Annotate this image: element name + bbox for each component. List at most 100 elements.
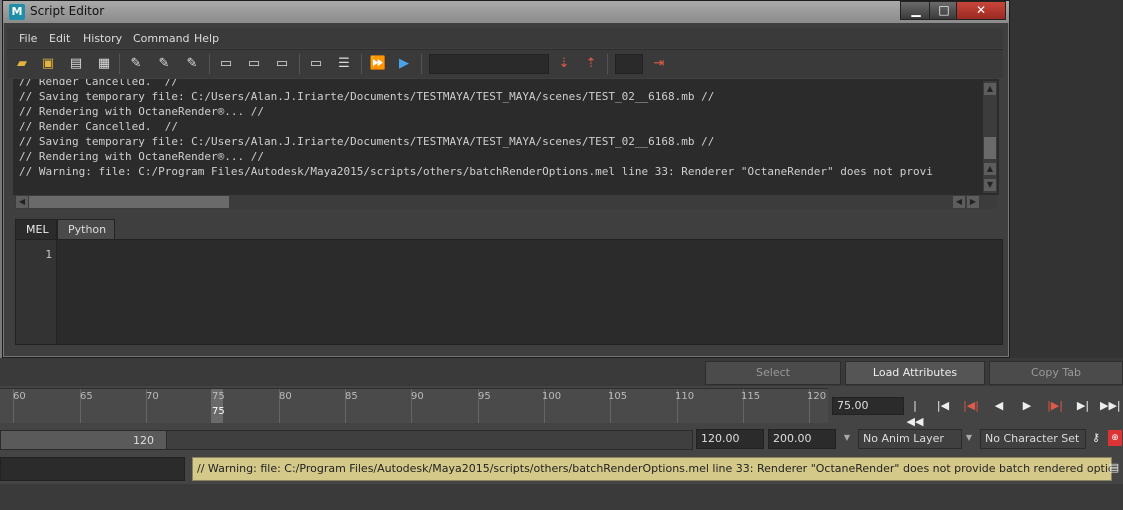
menu-file[interactable]: File xyxy=(19,32,37,45)
echo-all-icon[interactable]: ▭ xyxy=(217,55,235,73)
toolbar-separator xyxy=(119,54,120,74)
history-vertical-scrollbar[interactable]: ▲ ▲ ▼ xyxy=(983,81,997,193)
scroll-up-icon[interactable]: ▲ xyxy=(984,163,996,175)
save-script-to-shelf-icon[interactable]: ▦ xyxy=(95,55,113,73)
history-line: // Render Cancelled. // xyxy=(19,120,178,133)
menu-bar: File Edit History Command Help xyxy=(7,28,1003,48)
time-slider[interactable]: 75 60 65 70 75 80 85 90 95 100 105 110 1… xyxy=(0,388,828,423)
tab-mel[interactable]: MEL xyxy=(15,219,57,240)
script-input-pane[interactable]: 1 xyxy=(15,239,1003,345)
command-feedback-line: // Warning: file: C:/Program Files/Autod… xyxy=(192,457,1112,481)
menu-history[interactable]: History xyxy=(83,32,122,45)
menu-help[interactable]: Help xyxy=(194,32,219,45)
maximize-button[interactable]: □ xyxy=(929,1,959,20)
clear-all-icon[interactable]: ✎ xyxy=(183,55,201,73)
toolbar-separator xyxy=(607,54,608,74)
auto-key-icon[interactable]: ⊕ xyxy=(1108,430,1122,446)
title-bar[interactable]: M Script Editor ▁ □ ✕ xyxy=(3,1,1009,23)
timeline-tick-label: 115 xyxy=(741,391,761,402)
step-back-frame-icon[interactable]: |◀| xyxy=(962,398,980,414)
source-script-icon[interactable]: ▣ xyxy=(39,55,57,73)
history-horizontal-scrollbar[interactable]: ◀ ◀ ▶ xyxy=(15,195,997,209)
timeline-tick-label: 110 xyxy=(675,391,695,402)
go-to-start-icon[interactable]: |◀◀ xyxy=(906,398,924,428)
timeline-tick-label: 100 xyxy=(542,391,562,402)
step-forward-key-icon[interactable]: ▶| xyxy=(1074,398,1092,414)
timeline-tick-label: 60 xyxy=(13,391,26,402)
range-slider-track[interactable] xyxy=(166,430,693,450)
search-up-icon[interactable]: ⇡ xyxy=(582,55,600,73)
range-slider-handle[interactable]: 120 xyxy=(0,430,168,450)
open-script-icon[interactable]: ▰ xyxy=(13,55,31,73)
timeline-tick-label: 75 xyxy=(212,391,225,402)
character-set-dropdown[interactable]: No Character Set xyxy=(980,429,1086,449)
script-editor-window: M Script Editor ▁ □ ✕ File Edit History … xyxy=(2,0,1010,358)
menu-edit[interactable]: Edit xyxy=(49,32,70,45)
anim-layer-dropdown[interactable]: No Anim Layer xyxy=(858,429,962,449)
play-backwards-icon[interactable]: ◀ xyxy=(990,398,1008,414)
close-button[interactable]: ✕ xyxy=(956,1,1006,20)
history-line: // Rendering with OctaneRender®... // xyxy=(19,150,265,163)
line-number: 1 xyxy=(45,248,52,261)
history-line: // Warning: file: C:/Program Files/Autod… xyxy=(19,165,933,178)
goto-line-icon[interactable]: ⇥ xyxy=(650,55,668,73)
scroll-down-icon[interactable]: ▼ xyxy=(984,179,996,191)
toolbar-separator xyxy=(209,54,210,74)
attribute-editor-buttons: Select Load Attributes Copy Tab xyxy=(0,358,1123,386)
menu-command[interactable]: Command xyxy=(133,32,190,45)
copy-tab-button[interactable]: Copy Tab xyxy=(989,361,1123,385)
scroll-right-icon[interactable]: ▶ xyxy=(967,196,979,208)
current-frame-label: 75 xyxy=(212,406,225,417)
chevron-down-icon[interactable]: ▼ xyxy=(840,429,854,447)
command-line-input[interactable] xyxy=(0,457,185,481)
select-button[interactable]: Select xyxy=(705,361,841,385)
clear-input-icon[interactable]: ✎ xyxy=(155,55,173,73)
scroll-left-icon[interactable]: ◀ xyxy=(953,196,965,208)
save-script-icon[interactable]: ▤ xyxy=(67,55,85,73)
history-line: // Saving temporary file: C:/Users/Alan.… xyxy=(19,90,715,103)
timeline-tick-label: 90 xyxy=(411,391,424,402)
timeline-tick-label: 105 xyxy=(608,391,628,402)
timeline-tick-label: 65 xyxy=(80,391,93,402)
step-forward-frame-icon[interactable]: |▶| xyxy=(1046,398,1064,414)
go-to-end-icon[interactable]: ▶▶| xyxy=(1100,398,1121,414)
execute-icon[interactable]: ▶ xyxy=(395,55,413,73)
current-frame-field[interactable]: 75.00 xyxy=(832,397,904,415)
load-attributes-button[interactable]: Load Attributes xyxy=(845,361,985,385)
line-numbers-icon[interactable]: ☰ xyxy=(335,55,353,73)
help-line xyxy=(0,484,1123,510)
toolbar-separator xyxy=(361,54,362,74)
timeline-tick-label: 120 xyxy=(807,391,827,402)
maya-icon: M xyxy=(9,4,25,20)
key-icon[interactable]: ⚷ xyxy=(1087,430,1105,446)
show-stack-trace-icon[interactable]: ▭ xyxy=(273,55,291,73)
goto-line-input[interactable] xyxy=(615,54,643,74)
timeline-tick-label: 80 xyxy=(279,391,292,402)
history-pane[interactable]: // Render Cancelled. // // Saving tempor… xyxy=(13,79,999,195)
search-down-icon[interactable]: ⇣ xyxy=(555,55,573,73)
clear-history-icon[interactable]: ✎ xyxy=(127,55,145,73)
toolbar: ▰ ▣ ▤ ▦ ✎ ✎ ✎ ▭ ▭ ▭ ▭ ☰ ⏩ ▶ ⇣ ⇡ ⇥ xyxy=(7,49,1003,78)
scroll-up-icon[interactable]: ▲ xyxy=(984,83,996,95)
show-line-numbers-icon[interactable]: ▭ xyxy=(245,55,263,73)
timeline-tick-label: 70 xyxy=(146,391,159,402)
toolbar-separator xyxy=(299,54,300,74)
step-back-key-icon[interactable]: |◀ xyxy=(934,398,952,414)
script-editor-icon[interactable]: ▤ xyxy=(1107,460,1121,476)
maya-right-panel xyxy=(1010,0,1123,360)
search-input[interactable] xyxy=(429,54,549,74)
show-tooltip-help-icon[interactable]: ▭ xyxy=(307,55,325,73)
tab-python[interactable]: Python xyxy=(57,219,115,240)
range-start-field[interactable]: 120.00 xyxy=(696,429,764,449)
horizontal-scroll-thumb[interactable] xyxy=(29,196,229,208)
minimize-button[interactable]: ▁ xyxy=(900,1,932,20)
timeline-tick-label: 85 xyxy=(345,391,358,402)
vertical-scroll-thumb[interactable] xyxy=(984,137,996,159)
chevron-down-icon[interactable]: ▼ xyxy=(962,429,976,447)
play-forwards-icon[interactable]: ▶ xyxy=(1018,398,1036,414)
line-number-gutter: 1 xyxy=(16,240,57,344)
scroll-left-icon[interactable]: ◀ xyxy=(16,196,28,208)
execute-all-icon[interactable]: ⏩ xyxy=(369,55,387,73)
range-end-field[interactable]: 200.00 xyxy=(768,429,836,449)
history-line: // Rendering with OctaneRender®... // xyxy=(19,105,265,118)
